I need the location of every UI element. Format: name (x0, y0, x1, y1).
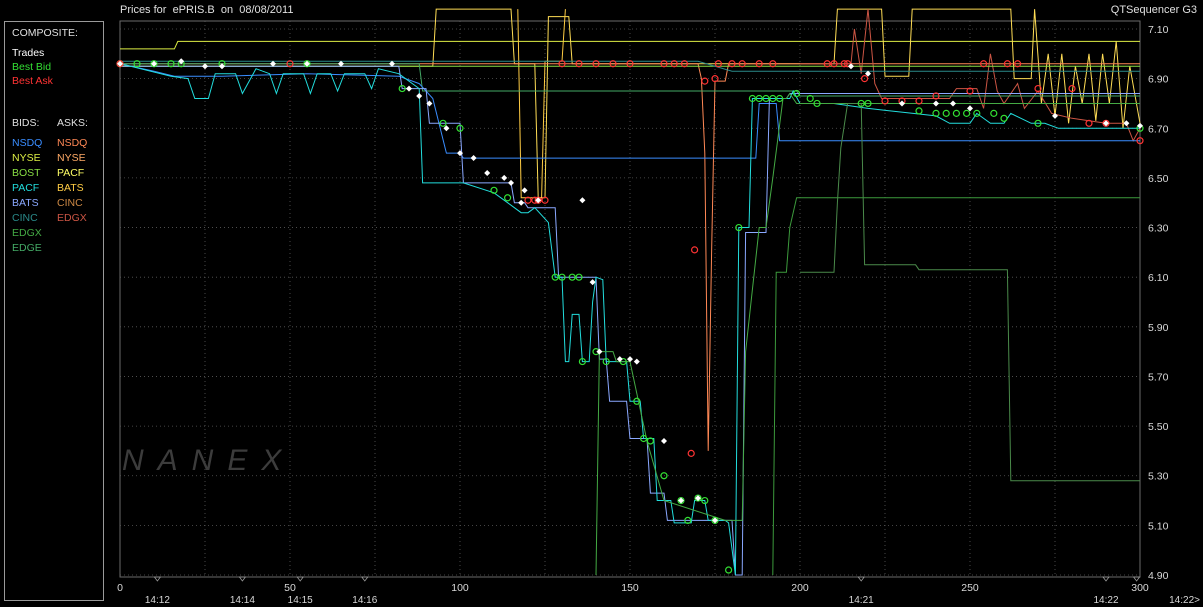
y-tick-label: 7.10 (1148, 24, 1169, 36)
time-tick-mark (153, 576, 162, 582)
grid-lines (120, 21, 1140, 577)
y-tick-label: 6.90 (1148, 74, 1169, 86)
y-tick-label: 5.50 (1148, 421, 1169, 433)
best-bid-marker (1000, 114, 1008, 122)
y-tick-label: 4.90 (1148, 570, 1169, 582)
trade-marker (950, 100, 956, 107)
trade-marker (933, 100, 939, 107)
series-line-bats (120, 65, 1140, 576)
time-tick-mark (1132, 576, 1141, 582)
best-bid-marker (962, 109, 971, 117)
time-label: 14:16 (352, 595, 377, 606)
axis-labels: 7.10 6.90 6.70 6.50 6.30 6.10 5.90 5.70 5.50 5.30… (117, 24, 1200, 606)
x-tick-label: 0 (117, 582, 123, 594)
trade-marker (1123, 120, 1130, 127)
best-ask-marker (690, 246, 699, 254)
trade-marker (484, 169, 491, 176)
series-line-edgx-lower (800, 103, 1140, 482)
y-tick-label: 6.70 (1148, 123, 1169, 135)
x-tick-label: 150 (621, 582, 639, 594)
series-line-edgx (595, 92, 1140, 576)
best-bid-marker (990, 109, 998, 117)
trade-marker (416, 93, 423, 100)
trade-marker (579, 197, 586, 204)
time-label: 14:15 (288, 595, 313, 606)
y-tick-label: 5.30 (1148, 471, 1169, 483)
trade-marker (501, 174, 508, 181)
x-tick-label: 100 (451, 582, 469, 594)
time-tick-mark (296, 576, 304, 582)
nanex-watermark: NANEX (122, 444, 295, 477)
trade-marker (406, 85, 412, 92)
y-tick-label: 5.10 (1148, 520, 1169, 532)
time-tick-mark (361, 576, 369, 582)
time-tick-mark (857, 576, 865, 582)
trade-marker (470, 155, 477, 162)
trade-marker (899, 100, 905, 107)
trade-marker (661, 437, 667, 444)
trade-marker (633, 358, 640, 365)
y-tick-label: 6.10 (1148, 272, 1169, 284)
price-chart: NANEX 7.10 6.90 6.70 6.50 6.30 6.10 5.90 5.70 5.… (116, 8, 1200, 606)
best-ask-marker (687, 449, 695, 457)
best-bid-marker (942, 109, 950, 117)
best-bid-marker (724, 566, 733, 574)
x-tick-label: 250 (961, 582, 979, 594)
time-label: 14:12 (145, 595, 170, 606)
x-tick-label: 50 (284, 582, 296, 594)
trade-marker (508, 179, 514, 186)
best-bid-marker (952, 109, 961, 117)
y-tick-label: 6.50 (1148, 173, 1169, 185)
time-tick-mark (1102, 576, 1110, 582)
series-line-bats-ask (517, 9, 566, 199)
time-tick-mark (238, 576, 247, 582)
best-bid-marker (504, 194, 512, 202)
time-label: 14:21 (849, 595, 874, 606)
series-line-edge-bid (772, 197, 1140, 576)
y-tick-label: 5.70 (1148, 371, 1169, 383)
trade-marker (521, 187, 528, 194)
best-bid-marker (915, 107, 923, 115)
y-tick-label: 6.30 (1148, 223, 1169, 235)
x-tick-label: 300 (1131, 582, 1149, 594)
time-label: 14:14 (230, 595, 255, 606)
time-label: 14:22> (1169, 595, 1200, 606)
time-label: 14:22 (1093, 595, 1118, 606)
y-tick-label: 5.90 (1148, 322, 1169, 334)
marker-layer (116, 58, 1144, 574)
trade-marker (518, 199, 525, 206)
x-tick-label: 200 (791, 582, 809, 594)
